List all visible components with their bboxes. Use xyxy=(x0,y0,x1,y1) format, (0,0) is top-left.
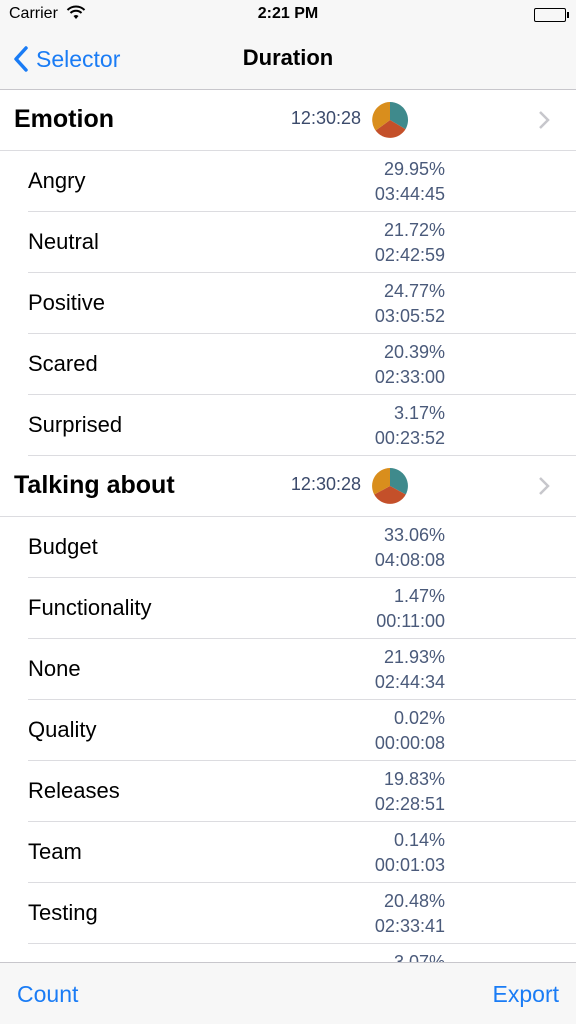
list-item: Quality 0.02% 00:00:08 xyxy=(28,700,576,761)
item-label: Quality xyxy=(28,717,97,742)
item-label: Testing xyxy=(28,900,98,925)
status-bar: Carrier 2:21 PM xyxy=(0,0,576,30)
item-duration: 00:01:03 xyxy=(374,855,445,875)
list-item: Angry 29.95% 03:44:45 xyxy=(28,151,576,212)
item-duration: 00:11:00 xyxy=(376,611,445,631)
list-item: Releases 19.83% 02:28:51 xyxy=(28,761,576,822)
section-title: Emotion xyxy=(14,105,114,133)
list-item: Neutral 21.72% 02:42:59 xyxy=(28,212,576,273)
item-percent: 33.06% xyxy=(383,525,445,545)
item-duration: 02:42:59 xyxy=(374,245,445,265)
item-label: Positive xyxy=(28,290,106,315)
item-duration: 02:44:34 xyxy=(374,672,445,692)
duration-list[interactable]: Emotion 12:30:28 Angry 29.95% 03:44:45 Ne… xyxy=(0,90,576,962)
item-duration: 03:44:45 xyxy=(374,184,445,204)
list-item: 3.07% xyxy=(28,944,576,962)
item-label: Team xyxy=(28,839,82,864)
list-item: Surprised 3.17% 00:23:52 xyxy=(28,395,576,456)
list-item: Positive 24.77% 03:05:52 xyxy=(28,273,576,334)
item-percent: 0.02% xyxy=(393,708,445,728)
item-label: Releases xyxy=(28,778,120,803)
list-item: Team 0.14% 00:01:03 xyxy=(28,822,576,883)
page-title: Duration xyxy=(242,45,334,70)
section-total-duration: 12:30:28 xyxy=(290,108,361,128)
list-item: None 21.93% 02:44:34 xyxy=(28,639,576,700)
pie-chart-icon xyxy=(372,101,409,138)
item-label: Angry xyxy=(28,168,86,193)
list-item: Budget 33.06% 04:08:08 xyxy=(28,517,576,578)
item-percent: 0.14% xyxy=(393,830,445,850)
section-total-duration: 12:30:28 xyxy=(290,474,361,494)
section-header-talking-about[interactable]: Talking about 12:30:28 xyxy=(0,456,576,517)
status-time: 2:21 PM xyxy=(257,5,319,22)
item-label: None xyxy=(28,656,81,681)
item-percent: 1.47% xyxy=(393,586,445,606)
item-percent: 29.95% xyxy=(383,159,445,179)
chevron-right-icon xyxy=(539,111,550,129)
item-percent: 21.72% xyxy=(383,220,445,240)
item-percent: 20.48% xyxy=(383,891,445,911)
item-label: Surprised xyxy=(28,412,123,437)
item-percent: 24.77% xyxy=(383,281,445,301)
battery-icon xyxy=(534,8,569,22)
item-duration: 02:33:41 xyxy=(374,916,445,936)
chevron-right-icon xyxy=(539,477,550,495)
item-percent: 20.39% xyxy=(383,342,445,362)
item-duration: 03:05:52 xyxy=(374,306,445,326)
item-label: Functionality xyxy=(28,595,152,620)
count-button[interactable]: Count xyxy=(17,981,78,1008)
item-duration: 02:33:00 xyxy=(374,367,445,387)
item-duration: 02:28:51 xyxy=(374,794,445,814)
item-percent: 3.17% xyxy=(393,403,445,423)
item-duration: 00:23:52 xyxy=(374,428,445,448)
item-label: Scared xyxy=(28,351,98,376)
pie-chart-icon xyxy=(372,468,408,504)
item-percent: 19.83% xyxy=(383,769,445,789)
navigation-bar: Selector Duration xyxy=(0,30,576,90)
list-item: Scared 20.39% 02:33:00 xyxy=(28,334,576,395)
export-button[interactable]: Export xyxy=(493,981,559,1008)
item-duration: 04:08:08 xyxy=(374,550,445,570)
section-header-emotion[interactable]: Emotion 12:30:28 xyxy=(0,90,576,151)
item-percent: 21.93% xyxy=(383,647,445,667)
item-duration: 00:00:08 xyxy=(374,733,445,753)
section-title: Talking about xyxy=(14,471,175,499)
list-item: Testing 20.48% 02:33:41 xyxy=(28,883,576,944)
item-percent: 3.07% xyxy=(393,952,445,962)
bottom-toolbar: Count Export xyxy=(0,962,576,1024)
item-label: Budget xyxy=(28,534,98,559)
list-item: Functionality 1.47% 00:11:00 xyxy=(28,578,576,639)
item-label: Neutral xyxy=(28,229,99,254)
